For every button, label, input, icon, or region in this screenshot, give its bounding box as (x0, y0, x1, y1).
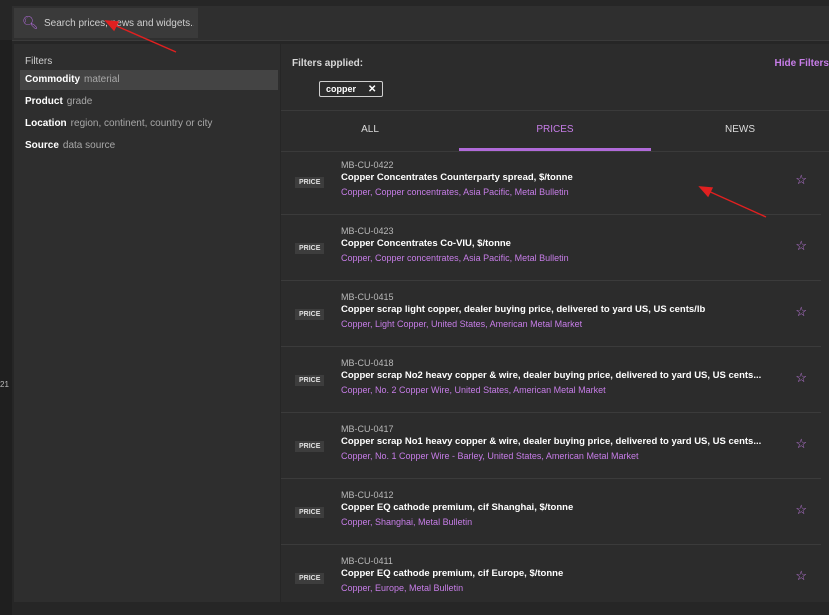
filter-hint: data source (62, 140, 116, 151)
filter-name: Commodity (25, 74, 80, 85)
filters-title: Filters (25, 56, 53, 67)
filter-name: Location (25, 118, 67, 129)
filter-name: Source (25, 140, 59, 151)
filter-hint: region, continent, country or city (70, 118, 213, 129)
chip-label: copper (326, 84, 357, 94)
search-icon: 🔍︎ (22, 15, 39, 30)
search-box[interactable]: 🔍︎ (14, 8, 198, 38)
active-tab-indicator (459, 148, 651, 151)
filters-applied-label: Filters applied: (292, 58, 364, 69)
list-item[interactable]: PRICE MB-CU-0422 Copper Concentrates Cou… (281, 152, 821, 215)
type-badge: PRICE (295, 573, 325, 584)
type-badge: PRICE (295, 507, 325, 518)
background-label: 21 (0, 380, 9, 389)
price-tags: Copper, Copper concentrates, Asia Pacifi… (341, 187, 569, 197)
price-title[interactable]: Copper scrap No1 heavy copper & wire, de… (341, 436, 761, 447)
search-input[interactable] (44, 17, 194, 29)
hide-filters-link[interactable]: Hide Filters (775, 58, 829, 69)
price-code: MB-CU-0411 (341, 556, 393, 566)
price-title[interactable]: Copper Concentrates Counterparty spread,… (341, 172, 573, 183)
tab-all[interactable]: ALL (281, 111, 459, 151)
filter-hint: material (84, 74, 120, 85)
type-badge: PRICE (295, 177, 325, 188)
tab-label: PRICES (536, 124, 574, 135)
price-tags: Copper, Europe, Metal Bulletin (341, 583, 464, 593)
price-title[interactable]: Copper scrap No2 heavy copper & wire, de… (341, 370, 761, 381)
list-item[interactable]: PRICE MB-CU-0423 Copper Concentrates Co-… (281, 218, 821, 281)
tab-news[interactable]: NEWS (651, 111, 829, 151)
price-code: MB-CU-0422 (341, 160, 394, 170)
list-item[interactable]: PRICE MB-CU-0411 Copper EQ cathode premi… (281, 548, 821, 610)
type-badge: PRICE (295, 441, 325, 452)
filter-location[interactable]: Location region, continent, country or ci… (20, 114, 278, 134)
price-tags: Copper, No. 1 Copper Wire - Barley, Unit… (341, 451, 639, 461)
list-item[interactable]: PRICE MB-CU-0417 Copper scrap No1 heavy … (281, 416, 821, 479)
price-tags: Copper, Shanghai, Metal Bulletin (341, 517, 473, 527)
filter-source[interactable]: Source data source (20, 136, 278, 156)
price-code: MB-CU-0418 (341, 358, 394, 368)
list-item[interactable]: PRICE MB-CU-0415 Copper scrap light copp… (281, 284, 821, 347)
price-title[interactable]: Copper EQ cathode premium, cif Europe, $… (341, 568, 563, 579)
filter-chip-copper: copper ✕ (319, 81, 384, 97)
filter-hint: grade (66, 96, 93, 107)
filters-panel: Filters Commodity material Product grade L… (14, 44, 280, 602)
star-icon[interactable]: ☆ (795, 370, 807, 386)
price-title[interactable]: Copper scrap light copper, dealer buying… (341, 304, 705, 315)
tab-label: ALL (361, 124, 379, 135)
tab-label: NEWS (725, 124, 755, 135)
filter-product[interactable]: Product grade (20, 92, 278, 112)
close-icon[interactable]: ✕ (368, 84, 376, 95)
type-badge: PRICE (295, 309, 325, 320)
star-icon[interactable]: ☆ (795, 502, 807, 518)
price-tags: Copper, Light Copper, United States, Ame… (341, 319, 583, 329)
price-code: MB-CU-0412 (341, 490, 394, 500)
price-title[interactable]: Copper Concentrates Co-VIU, $/tonne (341, 238, 511, 249)
background-window-strip: 21 (0, 40, 12, 615)
type-badge: PRICE (295, 375, 325, 386)
star-icon[interactable]: ☆ (795, 172, 807, 188)
star-icon[interactable]: ☆ (795, 304, 807, 320)
price-code: MB-CU-0423 (341, 226, 394, 236)
price-code: MB-CU-0417 (341, 424, 394, 434)
price-tags: Copper, No. 2 Copper Wire, United States… (341, 385, 606, 395)
star-icon[interactable]: ☆ (795, 436, 807, 452)
price-title[interactable]: Copper EQ cathode premium, cif Shanghai,… (341, 502, 573, 513)
result-tabs: ALL PRICES NEWS (281, 110, 829, 152)
tab-prices[interactable]: PRICES (459, 111, 651, 151)
star-icon[interactable]: ☆ (795, 568, 807, 584)
price-tags: Copper, Copper concentrates, Asia Pacifi… (341, 253, 569, 263)
filter-commodity[interactable]: Commodity material (20, 70, 278, 90)
list-item[interactable]: PRICE MB-CU-0418 Copper scrap No2 heavy … (281, 350, 821, 413)
list-item[interactable]: PRICE MB-CU-0412 Copper EQ cathode premi… (281, 482, 821, 545)
filter-name: Product (25, 96, 63, 107)
star-icon[interactable]: ☆ (795, 238, 807, 254)
price-code: MB-CU-0415 (341, 292, 394, 302)
results-panel: Filters applied: Hide Filters copper ✕ A… (281, 44, 829, 602)
type-badge: PRICE (295, 243, 325, 254)
